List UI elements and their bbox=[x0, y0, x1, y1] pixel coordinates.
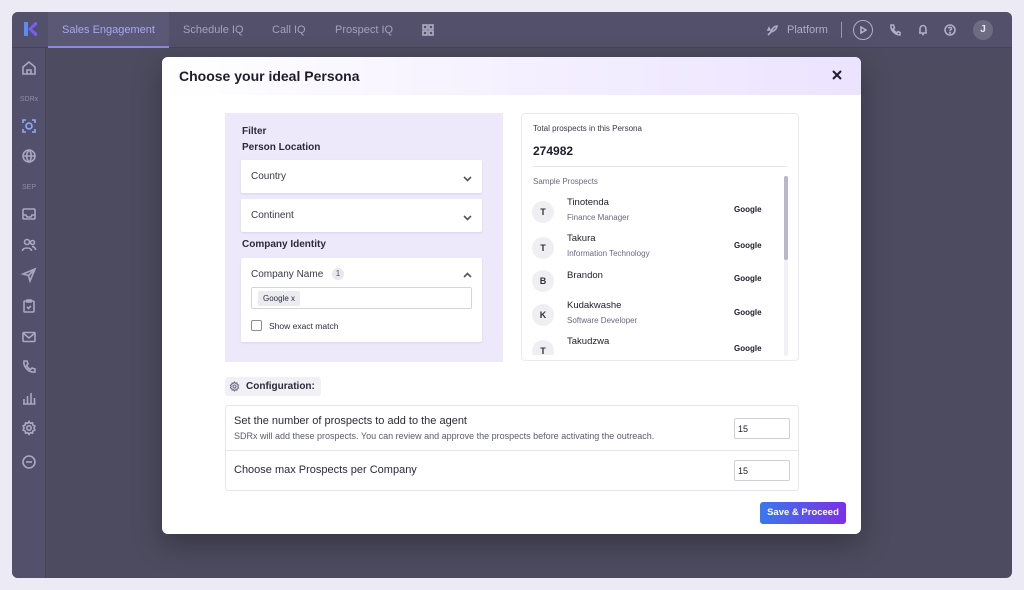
company-name-filter: Company Name 1 Google x Show exact match bbox=[241, 258, 482, 342]
company-count-badge: 1 bbox=[332, 268, 344, 280]
persona-modal: Choose your ideal Persona Filter Person … bbox=[162, 57, 861, 534]
company-name-label[interactable]: Company Name bbox=[251, 269, 323, 280]
max-per-company-input[interactable]: 15 bbox=[734, 460, 790, 481]
sample-prospects-label: Sample Prospects bbox=[533, 177, 598, 186]
grid-icon[interactable] bbox=[422, 24, 434, 36]
inbox-icon[interactable] bbox=[21, 206, 37, 222]
prospect-role: Finance Manager bbox=[567, 213, 630, 222]
chevron-down-icon bbox=[462, 171, 473, 182]
prospect-company: Google bbox=[734, 241, 762, 250]
prospect-item[interactable]: T Takudzwa Google bbox=[532, 336, 782, 355]
configuration-heading: Configuration: bbox=[225, 377, 321, 396]
divider bbox=[841, 22, 842, 38]
user-avatar[interactable]: J bbox=[973, 20, 993, 40]
platform-menu[interactable]: Platform bbox=[766, 12, 828, 48]
total-prospects-value: 274982 bbox=[533, 144, 574, 158]
prospect-role: Software Developer bbox=[567, 316, 638, 325]
prospects-panel: Total prospects in this Persona 274982 S… bbox=[521, 113, 799, 361]
sidebar: SDRx SEP bbox=[12, 48, 46, 578]
filter-heading: Filter bbox=[242, 126, 267, 137]
save-and-proceed-button[interactable]: Save & Proceed bbox=[760, 502, 846, 524]
contacts-icon[interactable] bbox=[21, 237, 37, 253]
country-select[interactable]: Country bbox=[241, 160, 482, 193]
tab-call-iq[interactable]: Call IQ bbox=[272, 12, 306, 48]
avatar: K bbox=[532, 304, 554, 326]
avatar: T bbox=[532, 201, 554, 223]
total-prospects-label: Total prospects in this Persona bbox=[533, 124, 642, 133]
prospects-scrollbar[interactable] bbox=[784, 176, 788, 356]
top-navigation-bar: Sales Engagement Schedule IQ Call IQ Pro… bbox=[12, 12, 1012, 48]
modal-title: Choose your ideal Persona bbox=[179, 68, 360, 84]
configuration-table: Set the number of prospects to add to th… bbox=[225, 405, 799, 491]
chevron-up-icon[interactable] bbox=[462, 268, 473, 279]
bell-icon[interactable] bbox=[917, 24, 929, 36]
sidebar-section-sdrx: SDRx bbox=[19, 96, 39, 103]
rocket-icon bbox=[766, 24, 779, 37]
exact-match-checkbox[interactable] bbox=[251, 320, 262, 331]
prospect-item[interactable]: K Kudakwashe Software Developer Google bbox=[532, 300, 782, 332]
divider bbox=[533, 166, 787, 167]
close-icon[interactable] bbox=[830, 68, 844, 82]
settings-icon[interactable] bbox=[21, 420, 37, 436]
prospect-item[interactable]: B Brandon Google bbox=[532, 270, 782, 303]
prospect-name: Takudzwa bbox=[567, 336, 610, 347]
modal-header: Choose your ideal Persona bbox=[162, 57, 861, 95]
configuration-label: Configuration: bbox=[246, 381, 315, 392]
filter-panel: Filter Person Location Country Continent… bbox=[225, 113, 503, 362]
avatar: B bbox=[532, 270, 554, 292]
country-select-label: Country bbox=[251, 171, 287, 182]
prospect-name: Kudakwashe bbox=[567, 300, 622, 311]
mail-icon[interactable] bbox=[21, 329, 37, 345]
sidebar-section-sep: SEP bbox=[21, 184, 36, 191]
help-icon[interactable] bbox=[944, 24, 956, 36]
company-identity-label: Company Identity bbox=[242, 239, 326, 250]
chevron-down-icon bbox=[462, 210, 473, 221]
sample-prospects-list: T Tinotenda Finance Manager Google T Tak… bbox=[522, 189, 798, 355]
company-tag-input[interactable]: Google x bbox=[251, 287, 472, 309]
prospect-name: Brandon bbox=[567, 270, 603, 281]
reports-icon[interactable] bbox=[21, 390, 37, 406]
sdrx-agent-icon[interactable] bbox=[21, 118, 37, 134]
tasks-icon[interactable] bbox=[21, 298, 37, 314]
prospects-to-add-subtitle: SDRx will add these prospects. You can r… bbox=[234, 431, 655, 441]
tab-prospect-iq[interactable]: Prospect IQ bbox=[335, 12, 393, 48]
phone-icon[interactable] bbox=[21, 359, 37, 375]
prospect-company: Google bbox=[734, 205, 762, 214]
avatar: T bbox=[532, 237, 554, 259]
prospect-item[interactable]: T Tinotenda Finance Manager Google bbox=[532, 197, 782, 229]
globe-icon[interactable] bbox=[21, 148, 37, 164]
scrollbar-thumb[interactable] bbox=[784, 176, 788, 260]
home-icon[interactable] bbox=[21, 60, 37, 76]
continent-select-label: Continent bbox=[251, 210, 294, 221]
prospect-company: Google bbox=[734, 274, 762, 283]
tab-sales-engagement[interactable]: Sales Engagement bbox=[48, 12, 169, 48]
send-icon[interactable] bbox=[20, 267, 37, 284]
logo-icon[interactable] bbox=[21, 20, 39, 38]
prospects-to-add-title: Set the number of prospects to add to th… bbox=[234, 415, 467, 427]
max-per-company-title: Choose max Prospects per Company bbox=[234, 464, 417, 476]
prospects-to-add-input[interactable]: 15 bbox=[734, 418, 790, 439]
gear-icon bbox=[229, 381, 240, 392]
divider bbox=[226, 450, 798, 451]
play-icon[interactable] bbox=[853, 20, 873, 40]
prospect-company: Google bbox=[734, 308, 762, 317]
tab-schedule-iq[interactable]: Schedule IQ bbox=[183, 12, 244, 48]
exact-match-label[interactable]: Show exact match bbox=[269, 321, 338, 331]
phone-icon[interactable] bbox=[889, 24, 901, 36]
prospect-name: Tinotenda bbox=[567, 197, 609, 208]
continent-select[interactable]: Continent bbox=[241, 199, 482, 232]
platform-label: Platform bbox=[787, 24, 828, 36]
prospect-item[interactable]: T Takura Information Technology Google bbox=[532, 233, 782, 265]
person-location-label: Person Location bbox=[242, 142, 321, 153]
company-tag[interactable]: Google x bbox=[258, 291, 301, 306]
more-icon[interactable] bbox=[21, 454, 37, 470]
prospect-company: Google bbox=[734, 344, 762, 353]
prospect-role: Information Technology bbox=[567, 249, 650, 258]
avatar: T bbox=[532, 340, 554, 355]
prospect-name: Takura bbox=[567, 233, 596, 244]
